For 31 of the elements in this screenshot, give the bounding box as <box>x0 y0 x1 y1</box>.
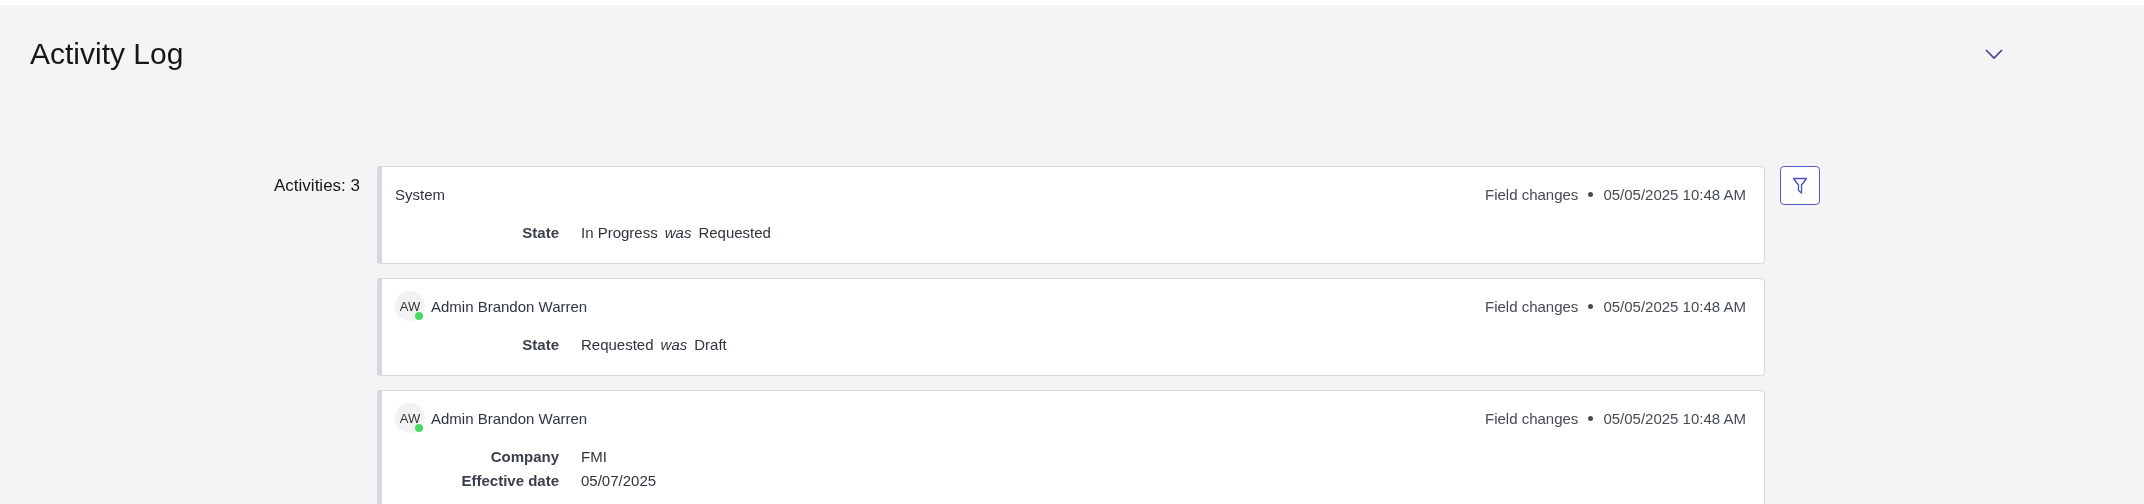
entry-type: Field changes <box>1484 409 1579 427</box>
author-name: Admin Brandon Warren <box>431 297 588 315</box>
field-label: Effective date <box>460 471 559 489</box>
timestamp: 05/05/2025 10:48 AM <box>1603 297 1746 315</box>
section-title: Activity Log <box>30 37 184 71</box>
timestamp: 05/05/2025 10:48 AM <box>1603 409 1746 427</box>
field-value: 05/07/2025 <box>581 471 657 489</box>
filter-button[interactable] <box>1780 166 1820 205</box>
was-text: was <box>664 223 692 241</box>
activity-count: Activities: 3 <box>273 175 360 196</box>
separator-dot-icon <box>1588 191 1594 197</box>
avatar: AW <box>395 403 425 433</box>
entry-type: Field changes <box>1484 185 1579 203</box>
field-label: State <box>521 335 559 353</box>
filter-icon <box>1792 176 1808 195</box>
avatar: AW <box>395 291 425 321</box>
field-value: In Progress <box>581 223 658 241</box>
was-text: was <box>660 335 688 353</box>
field-label: State <box>521 223 559 241</box>
chevron-icon <box>1984 48 2004 60</box>
author-name: System <box>395 185 445 203</box>
field-value: Requested <box>581 335 654 353</box>
timestamp: 05/05/2025 10:48 AM <box>1603 185 1746 203</box>
previous-value: Draft <box>694 335 727 353</box>
field-label: Company <box>489 447 559 465</box>
field-value: FMI <box>581 447 607 465</box>
previous-value: Requested <box>698 223 771 241</box>
separator-dot-icon <box>1588 415 1594 421</box>
separator-dot-icon <box>1588 303 1594 309</box>
author-name: Admin Brandon Warren <box>431 409 588 427</box>
entry-type: Field changes <box>1484 297 1579 315</box>
